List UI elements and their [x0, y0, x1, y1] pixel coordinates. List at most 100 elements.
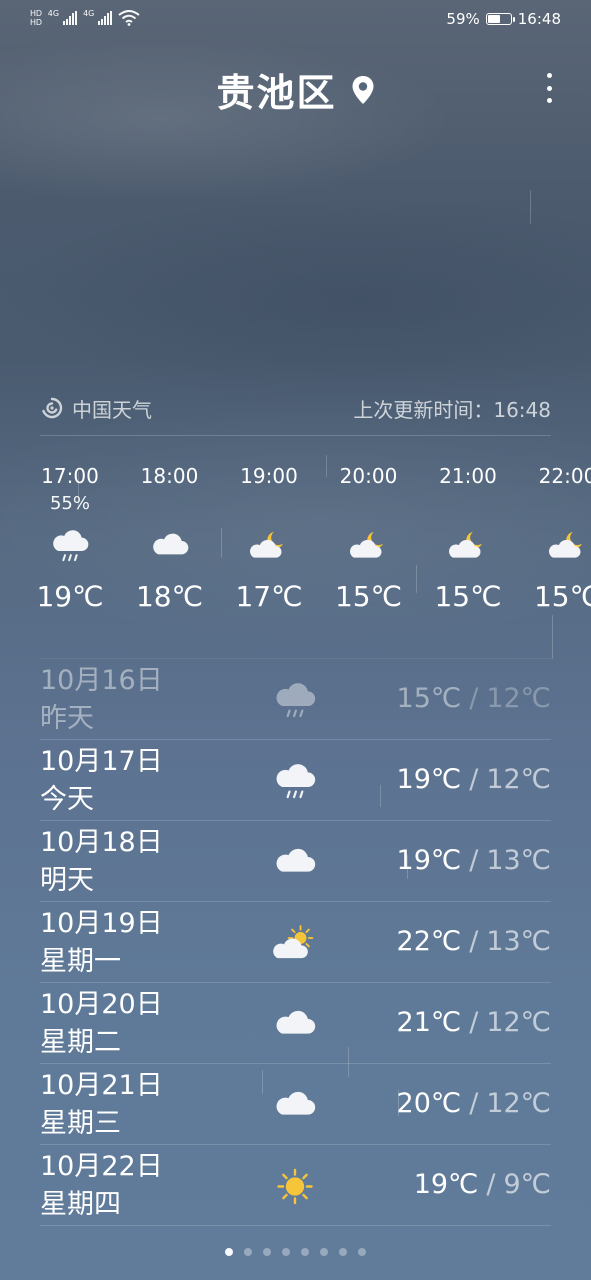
day-date: 10月17日: [40, 746, 163, 777]
high-temperature: 22℃: [396, 926, 462, 957]
page-dot[interactable]: [244, 1248, 252, 1256]
hourly-item: 19:00 17℃: [219, 462, 319, 614]
cloud-rain-icon: [270, 679, 320, 721]
hour-time: 22:00: [538, 464, 591, 488]
low-temperature: 13℃: [486, 845, 551, 876]
cloud-rain-icon: [20, 518, 120, 574]
status-bar: HD HD 4G 4G 59% 16:48: [0, 0, 591, 40]
daily-forecast: 10月16日 昨天 15℃ / 12℃ 10月17日 今天 19℃ / 12℃ …: [40, 658, 551, 1226]
page-dot[interactable]: [282, 1248, 290, 1256]
temperature-separator: /: [469, 683, 479, 714]
page-indicator: [0, 1248, 591, 1256]
source-name: 中国天气: [72, 397, 152, 422]
hour-temperature: 15℃: [334, 580, 403, 613]
day-date: 10月19日: [40, 908, 163, 939]
day-name: 星期三: [40, 1108, 121, 1139]
high-temperature: 21℃: [396, 1007, 462, 1038]
hour-temperature: 19℃: [36, 580, 104, 613]
page-dot[interactable]: [358, 1248, 366, 1256]
high-temperature: 20℃: [396, 1088, 462, 1119]
precipitation-probability: 55%: [49, 493, 90, 514]
battery-percent: 59%: [446, 10, 480, 28]
update-label: 上次更新时间：: [353, 397, 494, 422]
dot-icon: [546, 98, 552, 103]
precipitation-probability: [418, 490, 518, 518]
signal-icon-2: [98, 11, 113, 25]
sun-icon: [270, 1165, 320, 1207]
low-temperature: 12℃: [486, 764, 551, 795]
day-name: 明天: [40, 865, 94, 896]
day-name: 今天: [40, 784, 94, 815]
moon-cloud-icon: [319, 518, 419, 574]
hourly-forecast[interactable]: 17:00 55% 19℃ 18:00 18℃ 19:00 17℃ 20:00 …: [0, 462, 591, 642]
high-temperature: 15℃: [396, 683, 462, 714]
day-name: 昨天: [40, 703, 94, 734]
moon-cloud-icon: [518, 518, 591, 574]
cloud-rain-icon: [270, 760, 320, 802]
hour-time: 21:00: [439, 464, 497, 488]
day-name: 星期四: [40, 1189, 121, 1220]
day-temperature-range: 19℃ / 12℃: [397, 762, 551, 798]
day-name: 星期一: [40, 946, 121, 977]
low-temperature: 9℃: [503, 1169, 551, 1200]
page-dot[interactable]: [301, 1248, 309, 1256]
cloud-icon: [270, 1084, 320, 1126]
more-options-button[interactable]: [537, 70, 561, 106]
hd-label-1: HD: [30, 9, 42, 18]
hour-temperature: 15℃: [533, 580, 591, 613]
hour-time: 17:00: [41, 464, 99, 488]
day-temperature-range: 21℃ / 12℃: [397, 1005, 551, 1041]
low-temperature: 12℃: [486, 1007, 551, 1038]
day-name: 星期二: [40, 1027, 121, 1058]
page-dot[interactable]: [263, 1248, 271, 1256]
high-temperature: 19℃: [396, 845, 462, 876]
china-weather-logo-icon: [42, 397, 63, 419]
hourly-item: 22:00 15℃: [518, 462, 591, 614]
location-pin-icon: [352, 75, 373, 104]
hd-label-2: HD: [30, 18, 42, 27]
daily-forecast-row[interactable]: 10月19日 星期一 22℃ / 13℃: [40, 901, 551, 982]
hd-indicator: HD HD: [30, 9, 42, 27]
hourly-item: 18:00 18℃: [120, 462, 220, 614]
daily-forecast-row[interactable]: 10月22日 星期四 19℃ / 9℃: [40, 1144, 551, 1226]
divider: [40, 435, 551, 436]
update-time: 上次更新时间：16:48: [353, 394, 551, 423]
hour-temperature: 15℃: [434, 580, 502, 613]
precipitation-probability: [518, 490, 591, 518]
clock: 16:48: [517, 10, 561, 28]
day-temperature-range: 22℃ / 13℃: [397, 924, 551, 960]
signal-icon: [63, 11, 78, 25]
city-name[interactable]: 贵池区: [216, 62, 336, 117]
temperature-separator: /: [469, 845, 479, 876]
hourly-item: 21:00 15℃: [418, 462, 518, 614]
daily-forecast-row[interactable]: 10月17日 今天 19℃ / 12℃: [40, 739, 551, 820]
temperature-separator: /: [469, 1088, 479, 1119]
wifi-icon: [118, 10, 140, 26]
city-selector[interactable]: 贵池区: [0, 62, 591, 117]
dot-icon: [546, 85, 552, 91]
temperature-separator: /: [469, 926, 479, 957]
data-source[interactable]: 中国天气: [40, 394, 152, 423]
temperature-separator: /: [469, 764, 479, 795]
low-temperature: 13℃: [486, 926, 551, 957]
precipitation-probability: [319, 490, 419, 518]
high-temperature: 19℃: [396, 764, 462, 795]
sun-cloud-icon: [270, 922, 320, 964]
day-temperature-range: 19℃ / 9℃: [414, 1167, 551, 1203]
battery-icon: [485, 13, 515, 25]
page-dot-active[interactable]: [225, 1248, 233, 1256]
hourly-item: 20:00 15℃: [319, 462, 419, 614]
daily-forecast-row[interactable]: 10月21日 星期三 20℃ / 12℃: [40, 1063, 551, 1144]
hour-time: 19:00: [240, 464, 298, 488]
precipitation-probability: [219, 490, 319, 518]
network-type-2: 4G: [83, 8, 95, 18]
daily-forecast-row[interactable]: 10月16日 昨天 15℃ / 12℃: [40, 658, 551, 739]
low-temperature: 12℃: [486, 683, 551, 714]
daily-forecast-row[interactable]: 10月20日 星期二 21℃ / 12℃: [40, 982, 551, 1063]
moon-cloud-icon: [219, 518, 319, 574]
page-dot[interactable]: [339, 1248, 347, 1256]
source-row: 中国天气 上次更新时间：16:48: [40, 392, 551, 424]
page-dot[interactable]: [320, 1248, 328, 1256]
daily-forecast-row[interactable]: 10月18日 明天 19℃ / 13℃: [40, 820, 551, 901]
cloud-icon: [270, 841, 320, 883]
